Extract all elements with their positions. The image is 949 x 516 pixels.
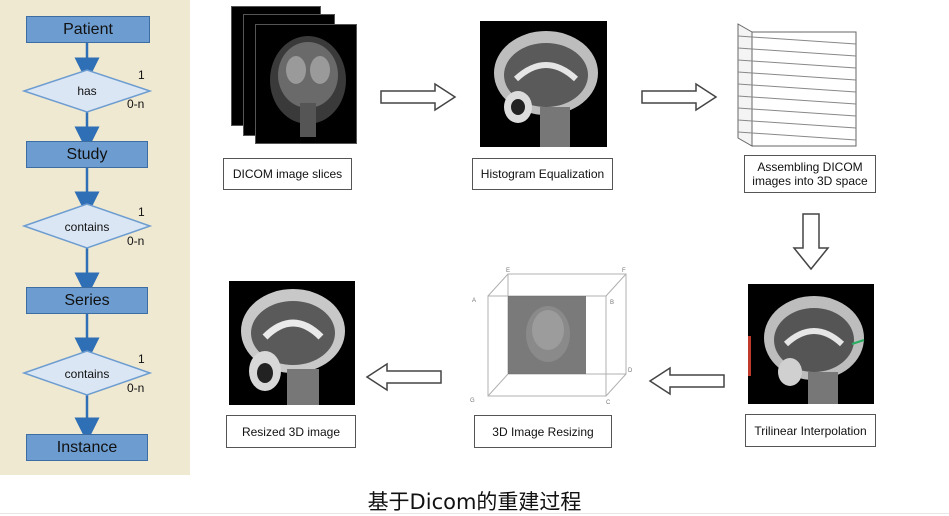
hierarchy-connectors <box>21 43 153 443</box>
entity-series: Series <box>26 287 148 314</box>
figure-caption: 基于Dicom的重建过程 <box>367 490 582 514</box>
cube-vertex-label: C <box>606 400 611 406</box>
step-label-line: images into 3D space <box>752 174 868 188</box>
relation-label-has: has <box>77 84 97 98</box>
step-label-trilinear-interpolation: Trilinear Interpolation <box>745 414 876 447</box>
cube-vertex-label: F <box>622 268 626 274</box>
cardinality-many: 0-n <box>127 234 145 248</box>
cardinality-one: 1 <box>138 68 145 82</box>
dicom-hierarchy-panel: Patient Study Series Instance has contai… <box>0 0 190 475</box>
arrow-left-icon <box>648 366 725 396</box>
entity-instance: Instance <box>26 434 148 461</box>
step-label-assembling-3d: Assembling DICOM images into 3D space <box>744 155 876 193</box>
relation-label-contains: contains <box>64 220 110 234</box>
cube-vertex-label: B <box>610 300 614 306</box>
resized-mri-image <box>229 281 355 405</box>
bottom-divider <box>0 513 949 514</box>
resizing-cube: E F A B D C G <box>470 268 633 406</box>
entity-study: Study <box>26 141 148 168</box>
cube-vertex-label: D <box>628 368 633 374</box>
dicom-slice-stack <box>231 6 359 144</box>
arrow-left-icon <box>365 362 442 392</box>
cube-vertex-label: E <box>506 268 510 274</box>
cardinality-one: 1 <box>138 205 145 219</box>
step-label-3d-resizing: 3D Image Resizing <box>474 415 612 448</box>
step-label-histogram-equalization: Histogram Equalization <box>472 158 613 190</box>
assembled-3d-slices <box>737 23 857 147</box>
relation-label-contains: contains <box>64 367 110 381</box>
step-label-resized-3d-image: Resized 3D image <box>226 415 356 448</box>
cardinality-many: 0-n <box>127 97 145 111</box>
step-label-dicom-slices: DICOM image slices <box>223 158 352 190</box>
arrow-right-icon <box>380 82 457 112</box>
step-label-line: Assembling DICOM <box>757 160 863 174</box>
arrow-right-icon <box>641 82 718 112</box>
cube-vertex-label: G <box>470 398 475 404</box>
cardinality-one: 1 <box>138 352 145 366</box>
arrow-down-icon <box>792 213 830 271</box>
coronal-mri-image <box>270 36 346 137</box>
cube-vertex-label: A <box>472 298 476 304</box>
interpolated-mri-image <box>748 284 874 404</box>
cardinality-many: 0-n <box>127 381 145 395</box>
entity-patient: Patient <box>26 16 150 43</box>
equalized-mri-image <box>480 21 607 147</box>
